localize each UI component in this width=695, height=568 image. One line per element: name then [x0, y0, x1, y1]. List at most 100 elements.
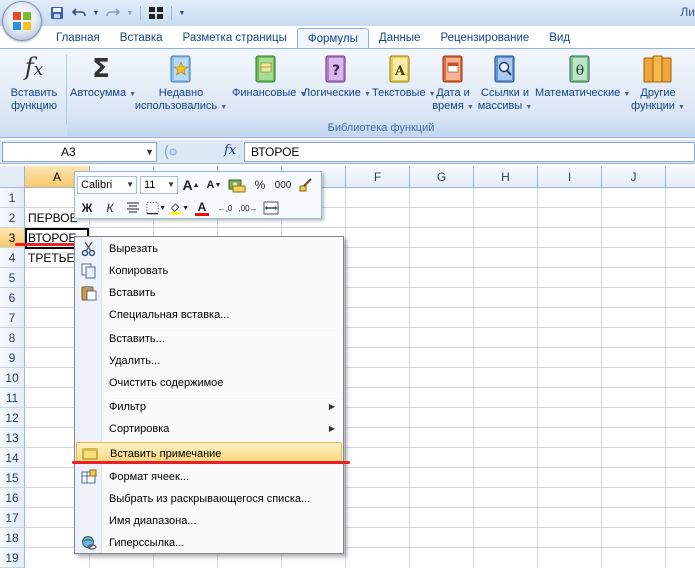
- insert-function-fx-icon[interactable]: fx: [224, 143, 236, 158]
- menu-item-clear-contents[interactable]: Очистить содержимое: [76, 372, 342, 394]
- menu-item-format-cells[interactable]: Формат ячеек...: [76, 466, 342, 488]
- view-toggle-icon[interactable]: [147, 5, 165, 21]
- column-header-h[interactable]: H: [474, 166, 538, 188]
- comma-style-button[interactable]: 000: [273, 176, 293, 194]
- customize-qat-icon[interactable]: ▼: [178, 5, 186, 21]
- text-functions-button[interactable]: A Текстовые ▼: [372, 53, 436, 101]
- lookup-reference-button[interactable]: Ссылки и массивы ▼: [477, 53, 533, 114]
- fill-color-icon[interactable]: ▼: [169, 199, 189, 217]
- font-size-box[interactable]: 11 ▼: [140, 176, 178, 194]
- menu-item-name-range[interactable]: Имя диапазона...: [76, 510, 342, 532]
- row-header-8[interactable]: 8: [0, 328, 25, 348]
- name-box[interactable]: A3 ▼: [2, 142, 157, 162]
- borders-icon[interactable]: ▼: [146, 199, 166, 217]
- math-trig-button[interactable]: θ Математические ▼: [535, 53, 630, 101]
- menu-item-label: Вырезать: [109, 243, 158, 255]
- menu-item-paste-special[interactable]: Специальная вставка...: [76, 304, 342, 326]
- column-header-j[interactable]: J: [602, 166, 666, 188]
- row-header-13[interactable]: 13: [0, 428, 25, 448]
- chevron-down-icon[interactable]: ▼: [167, 177, 175, 193]
- undo-icon[interactable]: [70, 5, 88, 21]
- logical-button[interactable]: ? Логические ▼: [303, 53, 371, 101]
- row-header-15[interactable]: 15: [0, 468, 25, 488]
- percent-style-button[interactable]: %: [250, 176, 270, 194]
- annotation-underline-menu-item: [72, 461, 350, 464]
- financial-label: Финансовые: [232, 87, 297, 99]
- row-header-4[interactable]: 4: [0, 248, 25, 268]
- title-bar: ▼ ▼ ▼ Ли: [0, 0, 695, 26]
- more-functions-button[interactable]: Другие функции ▼: [628, 53, 688, 114]
- menu-item-copy[interactable]: Копировать: [76, 260, 342, 282]
- financial-button[interactable]: Финансовые ▼: [232, 53, 306, 101]
- shrink-font-button[interactable]: A ▼: [204, 176, 224, 194]
- tab-view[interactable]: Вид: [539, 28, 580, 49]
- menu-item-pick-from-list[interactable]: Выбрать из раскрывающегося списка...: [76, 488, 342, 510]
- row-header-2[interactable]: 2: [0, 208, 25, 228]
- row-header-12[interactable]: 12: [0, 408, 25, 428]
- redo-dropdown-icon[interactable]: ▼: [126, 5, 134, 21]
- column-header-f[interactable]: F: [346, 166, 410, 188]
- merge-center-icon[interactable]: [261, 199, 281, 217]
- date-time-button[interactable]: Дата и время ▼: [431, 53, 475, 114]
- chevron-down-icon: ▼: [525, 104, 533, 111]
- menu-item-filter[interactable]: Фильтр ▶: [76, 396, 342, 418]
- grow-font-button[interactable]: A ▲: [181, 176, 201, 194]
- row-header-6[interactable]: 6: [0, 288, 25, 308]
- row-header-14[interactable]: 14: [0, 448, 25, 468]
- increase-decimal-icon[interactable]: ←,0: [215, 199, 235, 217]
- column-header-k[interactable]: [666, 166, 695, 188]
- format-painter-icon[interactable]: [296, 176, 316, 194]
- menu-item-label: Выбрать из раскрывающегося списка...: [109, 493, 311, 505]
- menu-item-hyperlink[interactable]: Гиперссылка...: [76, 532, 342, 554]
- menu-item-cut[interactable]: Вырезать: [76, 238, 342, 260]
- save-icon[interactable]: [48, 5, 66, 21]
- tab-formulas[interactable]: Формулы: [296, 28, 369, 49]
- office-button[interactable]: [2, 1, 42, 41]
- cell-a2[interactable]: ПЕРВОЕ: [28, 208, 78, 228]
- row-header-16[interactable]: 16: [0, 488, 25, 508]
- font-name-box[interactable]: Calibri ▼: [77, 176, 137, 194]
- column-header-g[interactable]: G: [410, 166, 474, 188]
- tab-insert[interactable]: Вставка: [110, 28, 173, 49]
- menu-item-delete[interactable]: Удалить...: [76, 350, 342, 372]
- row-header-10[interactable]: 10: [0, 368, 25, 388]
- accounting-format-icon[interactable]: [227, 176, 247, 194]
- tab-review[interactable]: Рецензирование: [430, 28, 539, 49]
- insert-function-button[interactable]: fx Вставить функцию: [6, 53, 62, 113]
- formula-input[interactable]: ВТОРОЕ: [244, 142, 695, 162]
- row-header-17[interactable]: 17: [0, 508, 25, 528]
- row-header-7[interactable]: 7: [0, 308, 25, 328]
- recently-used-button[interactable]: Недавно использовались ▼: [134, 53, 228, 114]
- undo-dropdown-icon[interactable]: ▼: [92, 5, 100, 21]
- tab-home[interactable]: Главная: [46, 28, 110, 49]
- select-all-corner[interactable]: [0, 166, 25, 188]
- copy-icon: [81, 263, 96, 279]
- menu-item-paste[interactable]: Вставить: [76, 282, 342, 304]
- book-calendar-icon: [437, 53, 469, 85]
- row-header-5[interactable]: 5: [0, 268, 25, 288]
- autosum-button[interactable]: Σ Автосумма ▼: [70, 53, 136, 101]
- menu-item-label: Вставить...: [109, 333, 165, 345]
- cell-a4[interactable]: ТРЕТЬЕ: [28, 248, 75, 268]
- hyperlink-icon: [82, 536, 97, 550]
- font-color-button[interactable]: А: [192, 199, 212, 217]
- bold-button[interactable]: Ж: [77, 199, 97, 217]
- book-theta-icon: θ: [564, 53, 596, 85]
- decrease-decimal-icon[interactable]: ,00→: [238, 199, 258, 217]
- row-header-1[interactable]: 1: [0, 188, 25, 208]
- menu-item-label: Сортировка: [109, 423, 170, 435]
- italic-button[interactable]: К: [100, 199, 120, 217]
- tab-page-layout[interactable]: Разметка страницы: [173, 28, 297, 49]
- redo-icon[interactable]: [104, 5, 122, 21]
- menu-item-insert[interactable]: Вставить...: [76, 328, 342, 350]
- row-header-19[interactable]: 19: [0, 548, 25, 568]
- row-header-18[interactable]: 18: [0, 528, 25, 548]
- center-align-icon[interactable]: [123, 199, 143, 217]
- chevron-down-icon[interactable]: ▼: [126, 177, 134, 193]
- tab-data[interactable]: Данные: [369, 28, 431, 49]
- chevron-down-icon[interactable]: ▼: [145, 143, 154, 161]
- column-header-i[interactable]: I: [538, 166, 602, 188]
- row-header-9[interactable]: 9: [0, 348, 25, 368]
- row-header-11[interactable]: 11: [0, 388, 25, 408]
- menu-item-sort[interactable]: Сортировка ▶: [76, 418, 342, 440]
